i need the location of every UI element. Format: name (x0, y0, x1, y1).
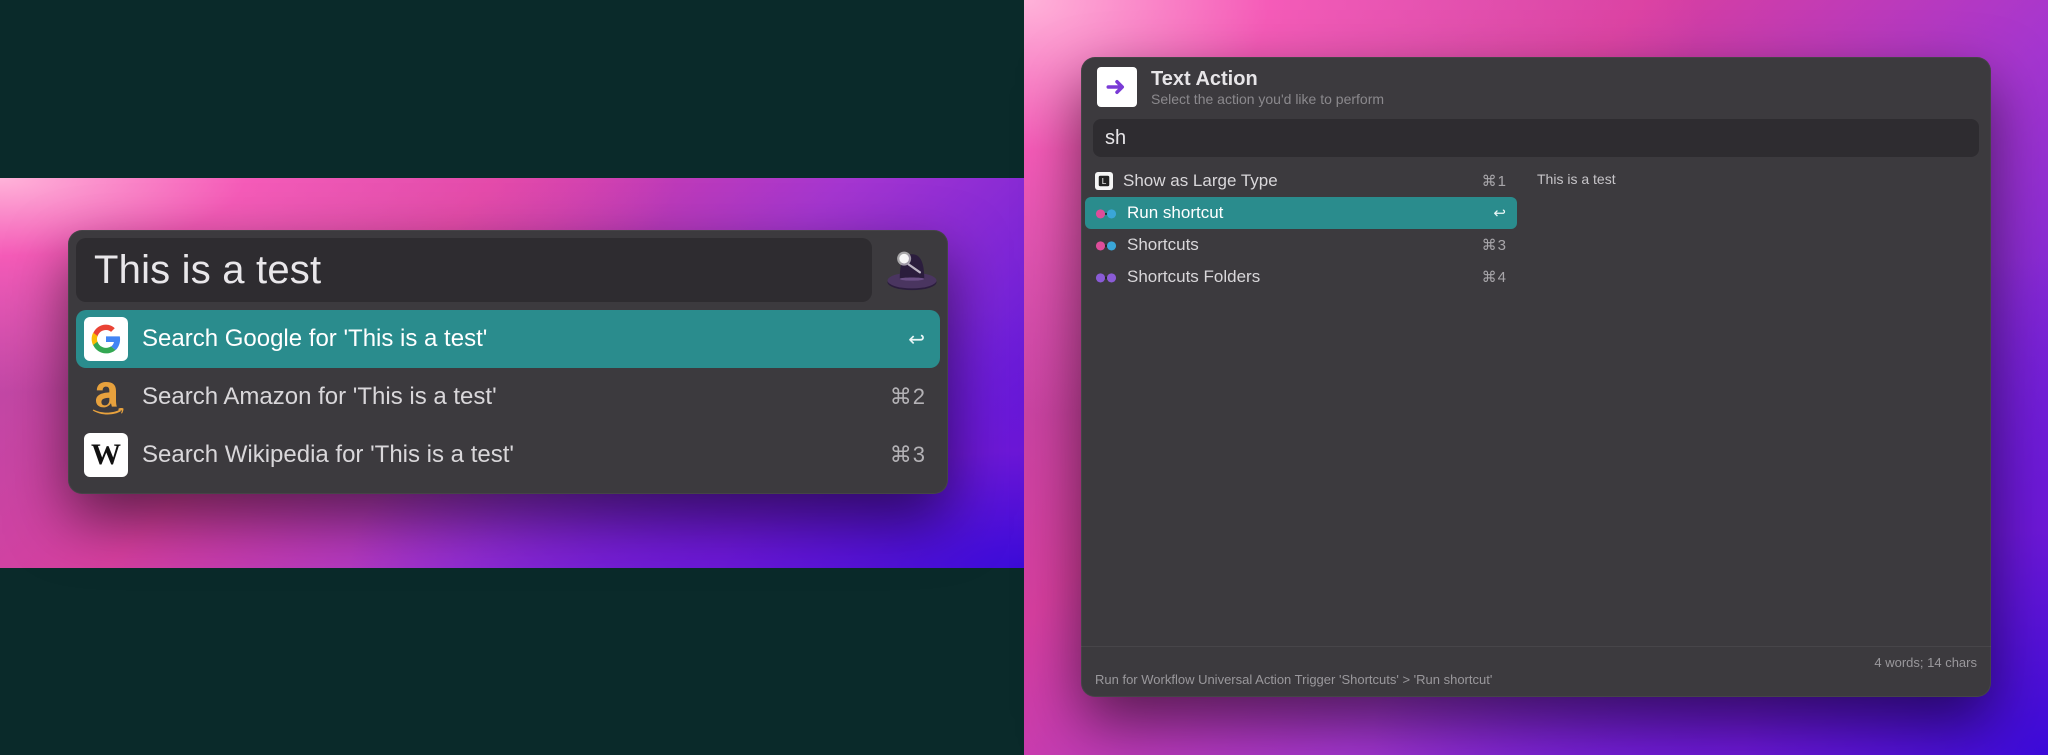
glasses-icon (1095, 269, 1117, 285)
action-shortcuts[interactable]: Shortcuts ⌘3 (1085, 229, 1517, 261)
google-icon (84, 317, 128, 361)
result-shortcut: ↩ (908, 327, 926, 352)
glasses-icon (1095, 237, 1117, 253)
alfred-hat-icon (884, 242, 940, 298)
action-shortcut: ↩ (1493, 204, 1507, 222)
result-search-amazon[interactable]: Search Amazon for 'This is a test' ⌘2 (76, 368, 940, 426)
amazon-icon (84, 375, 128, 419)
window-title: Text Action (1151, 68, 1384, 91)
window-subtitle: Select the action you'd like to perform (1151, 91, 1384, 107)
result-shortcut: ⌘3 (890, 442, 926, 468)
result-search-wikipedia[interactable]: W Search Wikipedia for 'This is a test' … (76, 426, 940, 484)
preview-pane: This is a test (1521, 165, 1991, 646)
action-shortcut: ⌘1 (1482, 172, 1507, 190)
action-show-large-type[interactable]: L Show as Large Type ⌘1 (1085, 165, 1517, 197)
action-shortcuts-folders[interactable]: Shortcuts Folders ⌘4 (1085, 261, 1517, 293)
search-input[interactable]: This is a test (76, 238, 872, 302)
svg-text:L: L (1102, 177, 1107, 186)
result-shortcut: ⌘2 (890, 384, 926, 410)
alfred-window: This is a test (68, 230, 948, 494)
text-stats: 4 words; 14 chars (1874, 655, 1977, 670)
universal-action-window: Text Action Select the action you'd like… (1081, 57, 1991, 697)
large-type-icon: L (1095, 172, 1113, 190)
action-label: Run shortcut (1127, 203, 1483, 223)
result-label: Search Amazon for 'This is a test' (142, 383, 876, 411)
result-label: Search Google for 'This is a test' (142, 325, 894, 353)
action-shortcut: ⌘4 (1482, 268, 1507, 286)
action-description: Run for Workflow Universal Action Trigge… (1095, 672, 1977, 687)
result-search-google[interactable]: Search Google for 'This is a test' ↩ (76, 310, 940, 368)
action-search-input[interactable]: sh (1093, 119, 1979, 157)
action-label: Shortcuts (1127, 235, 1472, 255)
result-label: Search Wikipedia for 'This is a test' (142, 441, 876, 469)
action-label: Show as Large Type (1123, 171, 1472, 191)
action-run-shortcut[interactable]: Run shortcut ↩ (1085, 197, 1517, 229)
action-label: Shortcuts Folders (1127, 267, 1472, 287)
action-shortcut: ⌘3 (1482, 236, 1507, 254)
wikipedia-icon: W (84, 433, 128, 477)
text-action-icon (1097, 67, 1137, 107)
glasses-icon (1095, 205, 1117, 221)
